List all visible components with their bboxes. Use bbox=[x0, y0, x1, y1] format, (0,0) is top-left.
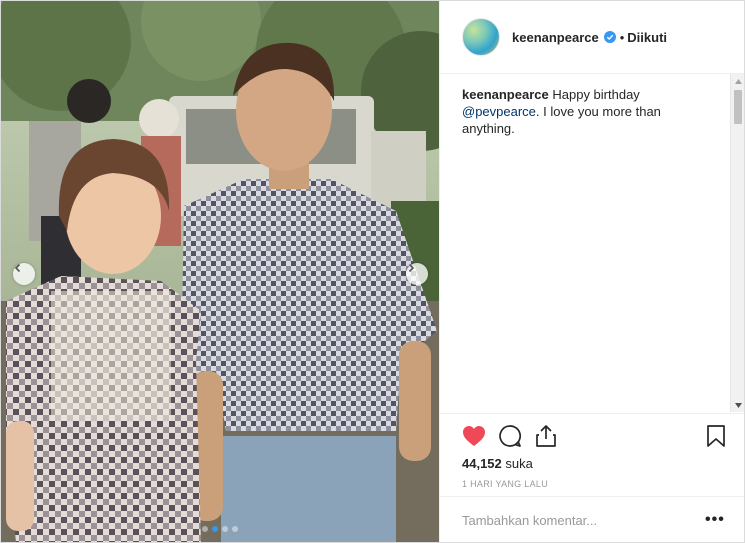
likes-number: 44,152 bbox=[462, 456, 502, 471]
photo-illustration bbox=[1, 1, 439, 542]
post-side-panel: keenanpearce • Diikuti keenanpearce Happ… bbox=[439, 1, 744, 542]
avatar[interactable] bbox=[462, 18, 500, 56]
caption-username[interactable]: keenanpearce bbox=[462, 87, 549, 102]
post-modal: keenanpearce • Diikuti keenanpearce Happ… bbox=[0, 0, 745, 543]
share-button[interactable] bbox=[532, 424, 560, 452]
share-icon bbox=[535, 424, 557, 453]
more-options-button[interactable]: ••• bbox=[705, 511, 725, 529]
comment-button[interactable] bbox=[496, 424, 524, 452]
scroll-down-arrow-icon[interactable] bbox=[731, 398, 744, 412]
save-button[interactable] bbox=[702, 424, 730, 452]
post-header: keenanpearce • Diikuti bbox=[440, 1, 744, 74]
carousel-dot-active bbox=[212, 526, 218, 532]
likes-count[interactable]: 44,152 suka bbox=[462, 456, 533, 471]
comment-box: ••• bbox=[440, 496, 744, 542]
caption-mention[interactable]: @pevpearce bbox=[462, 104, 536, 119]
comment-icon bbox=[498, 424, 522, 453]
scrollbar-thumb[interactable] bbox=[734, 90, 742, 124]
header-separator: • bbox=[619, 29, 625, 45]
bookmark-icon bbox=[706, 424, 726, 453]
like-button[interactable] bbox=[460, 424, 488, 452]
caption-text: Happy birthday bbox=[552, 87, 640, 102]
likes-label: suka bbox=[505, 456, 533, 471]
carousel-indicator bbox=[1, 526, 439, 532]
post-photo[interactable] bbox=[1, 1, 439, 542]
next-slide-button[interactable] bbox=[406, 263, 428, 285]
scroll-up-arrow-icon[interactable] bbox=[731, 74, 744, 88]
post-timestamp[interactable]: 1 HARI YANG LALU bbox=[462, 479, 548, 489]
following-button[interactable]: Diikuti bbox=[627, 30, 667, 45]
caption: keenanpearce Happy birthday @pevpearce. … bbox=[462, 86, 716, 137]
carousel-dot bbox=[232, 526, 238, 532]
comment-input[interactable] bbox=[462, 510, 692, 530]
heart-icon bbox=[462, 425, 486, 452]
carousel-dot bbox=[222, 526, 228, 532]
verified-icon bbox=[603, 31, 616, 43]
username-link[interactable]: keenanpearce bbox=[512, 30, 599, 45]
caption-area: keenanpearce Happy birthday @pevpearce. … bbox=[440, 74, 730, 412]
caption-scrollbar[interactable] bbox=[730, 74, 744, 412]
carousel-dot bbox=[202, 526, 208, 532]
previous-slide-button[interactable] bbox=[13, 263, 35, 285]
